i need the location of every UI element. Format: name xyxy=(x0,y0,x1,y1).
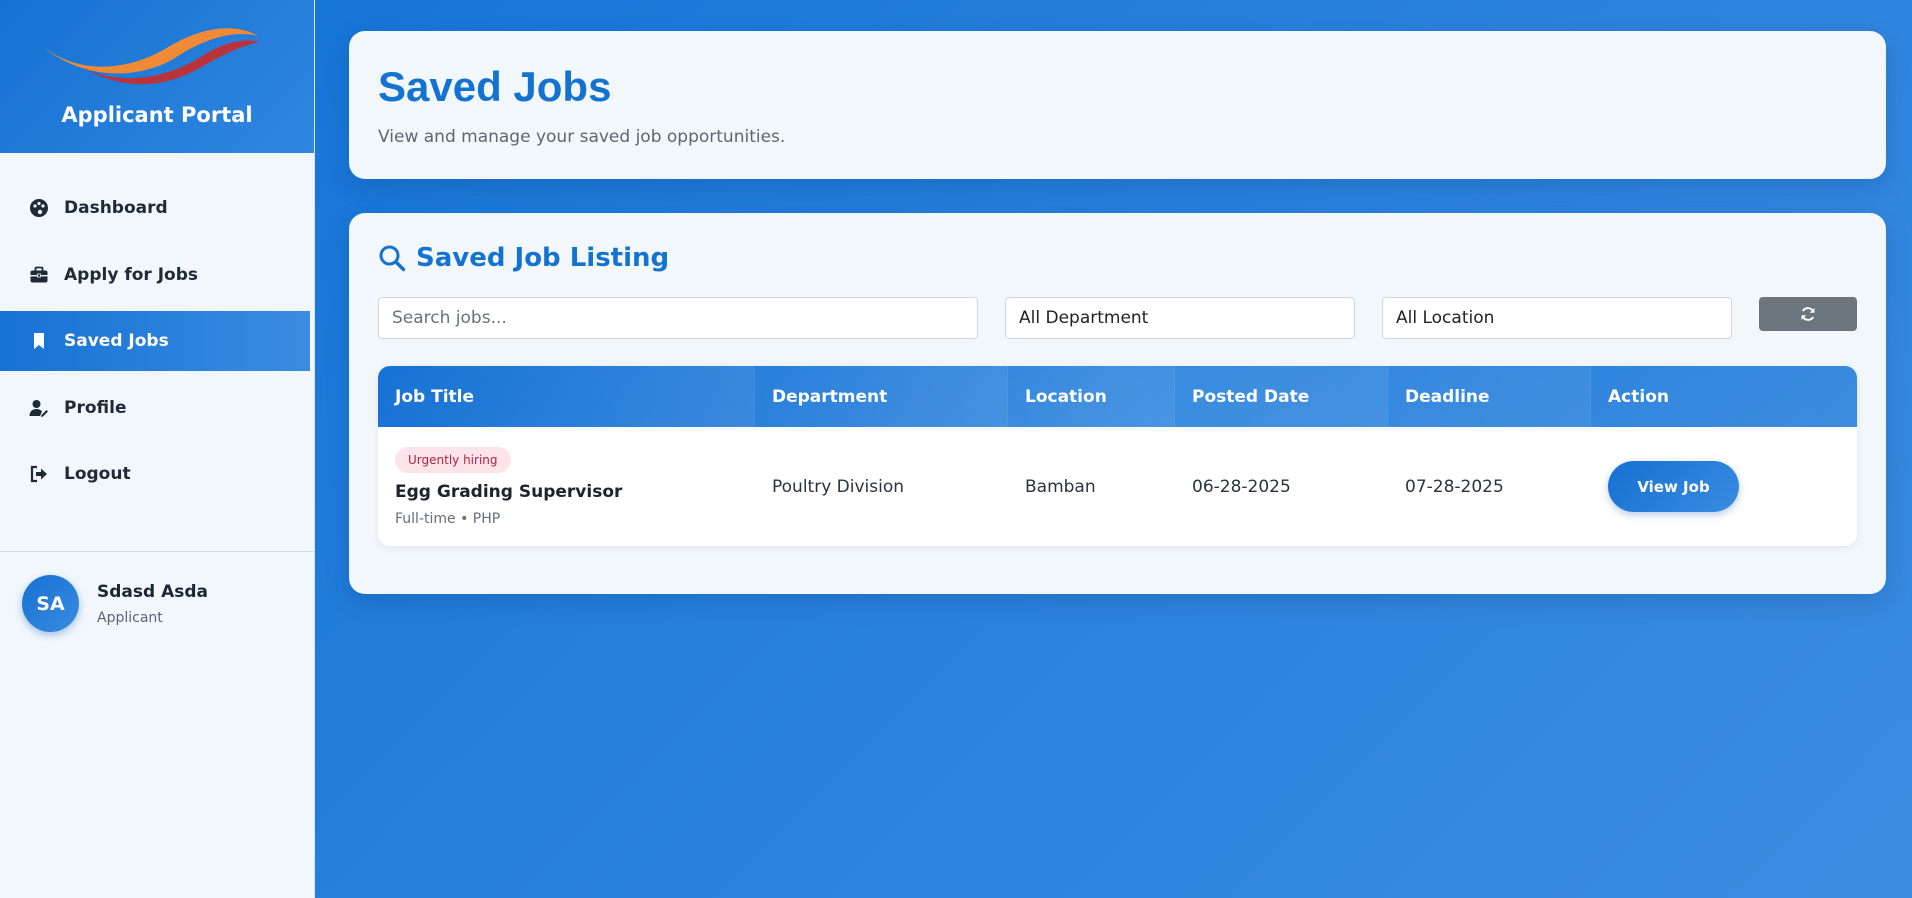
sidebar-nav: Dashboard Apply for Jobs Saved Jobs Prof… xyxy=(0,178,314,504)
column-header-location: Location xyxy=(1008,366,1175,427)
sidebar-item-label: Logout xyxy=(64,464,131,485)
department-cell: Poultry Division xyxy=(772,476,905,497)
search-icon xyxy=(379,245,406,272)
logo-icon xyxy=(42,28,260,85)
sidebar-item-saved-jobs[interactable]: Saved Jobs xyxy=(0,311,310,372)
table-row: Urgently hiring Egg Grading Supervisor F… xyxy=(378,427,1857,546)
page-title: Saved Jobs xyxy=(378,63,612,110)
section-title-text: Saved Job Listing xyxy=(416,243,670,273)
refresh-button[interactable] xyxy=(1759,297,1857,331)
column-header-deadline: Deadline xyxy=(1388,366,1591,427)
column-header-posted-date: Posted Date xyxy=(1175,366,1388,427)
refresh-icon xyxy=(1801,307,1815,321)
sidebar-item-dashboard[interactable]: Dashboard xyxy=(0,178,310,238)
sidebar-item-logout[interactable]: Logout xyxy=(0,444,310,504)
sidebar-item-profile[interactable]: Profile xyxy=(0,378,310,438)
sidebar-item-apply-for-jobs[interactable]: Apply for Jobs xyxy=(0,245,310,305)
posted-date-cell: 06-28-2025 xyxy=(1192,476,1291,497)
job-title: Egg Grading Supervisor xyxy=(395,481,623,502)
deadline-cell: 07-28-2025 xyxy=(1405,476,1504,497)
location-select[interactable]: All Location xyxy=(1382,297,1732,339)
saved-jobs-table: Job Title Department Location Posted Dat… xyxy=(378,366,1857,546)
palette-icon xyxy=(28,197,50,219)
sidebar-item-label: Saved Jobs xyxy=(64,331,169,352)
user-name: Sdasd Asda xyxy=(97,581,209,602)
department-select[interactable]: All Department xyxy=(1005,297,1355,339)
sidebar: Applicant Portal Dashboard Apply for Job… xyxy=(0,0,315,898)
portal-title: Applicant Portal xyxy=(61,103,253,127)
table-header: Job Title Department Location Posted Dat… xyxy=(378,366,1857,427)
sidebar-item-label: Apply for Jobs xyxy=(64,264,198,285)
job-title-cell: Urgently hiring Egg Grading Supervisor F… xyxy=(378,427,755,546)
column-header-action: Action xyxy=(1591,366,1857,427)
search-input[interactable] xyxy=(378,297,978,339)
user-info: Sdasd Asda Applicant xyxy=(97,582,208,626)
briefcase-icon xyxy=(28,264,50,286)
department-select-value: All Department xyxy=(1019,308,1149,328)
view-job-button[interactable]: View Job xyxy=(1608,461,1739,512)
user-edit-icon xyxy=(28,397,50,419)
sidebar-item-label: Dashboard xyxy=(64,198,168,218)
user-role: Applicant xyxy=(97,609,163,626)
location-cell: Bamban xyxy=(1025,476,1096,497)
page-header-card: Saved Jobs View and manage your saved jo… xyxy=(349,31,1886,179)
bookmark-icon xyxy=(28,330,50,352)
location-select-value: All Location xyxy=(1396,308,1495,328)
page-subtitle: View and manage your saved job opportuni… xyxy=(378,127,786,147)
action-cell: View Job xyxy=(1591,427,1857,546)
sidebar-header: Applicant Portal xyxy=(0,0,314,153)
saved-job-listing-card: Saved Job Listing All Department All Loc… xyxy=(349,213,1886,594)
sign-out-icon xyxy=(28,463,50,485)
column-header-department: Department xyxy=(755,366,1008,427)
sidebar-item-label: Profile xyxy=(64,397,127,418)
urgent-badge: Urgently hiring xyxy=(395,446,511,473)
avatar: SA xyxy=(22,575,79,632)
column-header-job-title: Job Title xyxy=(378,366,755,427)
section-title: Saved Job Listing xyxy=(378,243,669,273)
sidebar-divider xyxy=(0,551,314,552)
job-meta: Full-time • PHP xyxy=(395,510,501,527)
user-block: SA Sdasd Asda Applicant xyxy=(22,575,208,632)
